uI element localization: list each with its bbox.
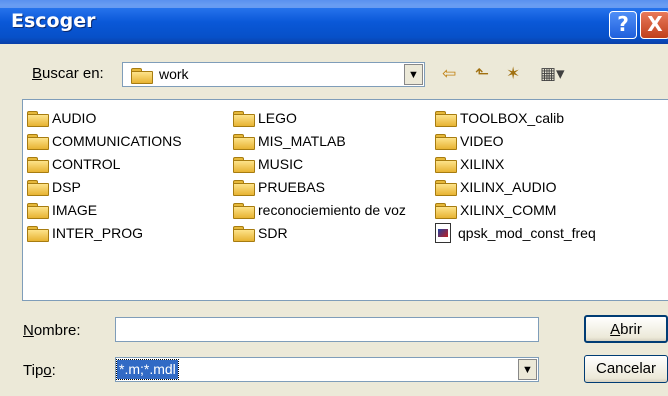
- new-folder-icon[interactable]: ✶: [506, 63, 520, 85]
- folder-item[interactable]: XILINX_AUDIO: [435, 176, 556, 198]
- folder-icon: [435, 110, 457, 127]
- folder-item[interactable]: DSP: [27, 176, 81, 198]
- folder-item[interactable]: TOOLBOX_calib: [435, 107, 564, 129]
- folder-icon: [27, 225, 49, 242]
- folder-icon: [435, 202, 457, 219]
- title-bar-highlight: [0, 0, 668, 8]
- lookin-label: Buscar en:: [32, 65, 104, 82]
- file-name: LEGO: [258, 110, 297, 126]
- folder-item[interactable]: MUSIC: [233, 153, 303, 175]
- title-bar[interactable]: Escoger ? X: [0, 0, 668, 44]
- cancel-button[interactable]: Cancelar: [584, 355, 668, 383]
- folder-item[interactable]: MIS_MATLAB: [233, 130, 346, 152]
- folder-item[interactable]: PRUEBAS: [233, 176, 325, 198]
- file-name: IMAGE: [52, 202, 98, 218]
- folder-item[interactable]: reconociemiento de voz: [233, 199, 406, 221]
- filetype-combo[interactable]: *.m;*.mdl ▼: [115, 357, 539, 382]
- folder-icon: [27, 133, 49, 150]
- file-name: VIDEO: [460, 133, 504, 149]
- window-title: Escoger: [11, 10, 96, 32]
- file-name: SDR: [258, 225, 288, 241]
- dropdown-arrow-icon[interactable]: ▼: [518, 359, 537, 380]
- back-icon[interactable]: ⇦: [442, 63, 456, 85]
- folder-icon: [435, 133, 457, 150]
- folder-item[interactable]: LEGO: [233, 107, 297, 129]
- file-name: CONTROL: [52, 156, 121, 172]
- folder-icon: [233, 179, 255, 196]
- file-name: XILINX_AUDIO: [460, 179, 557, 195]
- file-name: XILINX: [460, 156, 505, 172]
- file-name: PRUEBAS: [258, 179, 325, 195]
- folder-icon: [131, 68, 153, 84]
- folder-icon: [27, 202, 49, 219]
- help-button[interactable]: ?: [609, 11, 637, 39]
- open-button[interactable]: Abrir: [584, 315, 668, 343]
- folder-icon: [233, 110, 255, 127]
- folder-icon: [435, 156, 457, 173]
- folder-icon: [27, 179, 49, 196]
- folder-icon: [435, 179, 457, 196]
- folder-item[interactable]: VIDEO: [435, 130, 504, 152]
- filename-input[interactable]: [115, 317, 539, 342]
- up-folder-icon[interactable]: ⬑: [475, 63, 489, 85]
- file-name: XILINX_COMM: [460, 202, 557, 218]
- folder-icon: [233, 156, 255, 173]
- file-name: MIS_MATLAB: [258, 133, 346, 149]
- file-name: TOOLBOX_calib: [460, 110, 565, 126]
- folder-item[interactable]: XILINX: [435, 153, 504, 175]
- folder-icon: [233, 225, 255, 242]
- folder-item[interactable]: INTER_PROG: [27, 222, 143, 244]
- filetype-value: *.m;*.mdl: [116, 359, 179, 380]
- file-name: AUDIO: [52, 110, 97, 126]
- filename-label: Nombre:: [23, 322, 81, 339]
- file-name: COMMUNICATIONS: [52, 133, 182, 149]
- folder-icon: [233, 202, 255, 219]
- file-name: qpsk_mod_const_freq: [458, 225, 596, 241]
- folder-item[interactable]: SDR: [233, 222, 288, 244]
- file-item[interactable]: qpsk_mod_const_freq: [435, 222, 596, 244]
- file-list[interactable]: AUDIO COMMUNICATIONS CONTROL DSP IMAGE INTER_…: [22, 99, 668, 301]
- folder-icon: [27, 110, 49, 127]
- folder-item[interactable]: IMAGE: [27, 199, 97, 221]
- lookin-value: work: [159, 66, 189, 82]
- file-name: DSP: [52, 179, 81, 195]
- view-menu-icon[interactable]: ▦▾: [540, 63, 565, 85]
- close-button[interactable]: X: [640, 11, 668, 39]
- file-name: INTER_PROG: [52, 225, 144, 241]
- dropdown-arrow-icon[interactable]: ▼: [404, 64, 423, 85]
- file-name: MUSIC: [258, 156, 304, 172]
- folder-item[interactable]: XILINX_COMM: [435, 199, 556, 221]
- folder-icon: [233, 133, 255, 150]
- lookin-combo[interactable]: work ▼: [122, 62, 425, 87]
- folder-icon: [27, 156, 49, 173]
- folder-item[interactable]: COMMUNICATIONS: [27, 130, 182, 152]
- folder-item[interactable]: AUDIO: [27, 107, 96, 129]
- filetype-label: Tipo:: [23, 362, 56, 379]
- folder-item[interactable]: CONTROL: [27, 153, 120, 175]
- file-name: reconociemiento de voz: [258, 202, 406, 218]
- simulink-model-icon: [435, 223, 451, 243]
